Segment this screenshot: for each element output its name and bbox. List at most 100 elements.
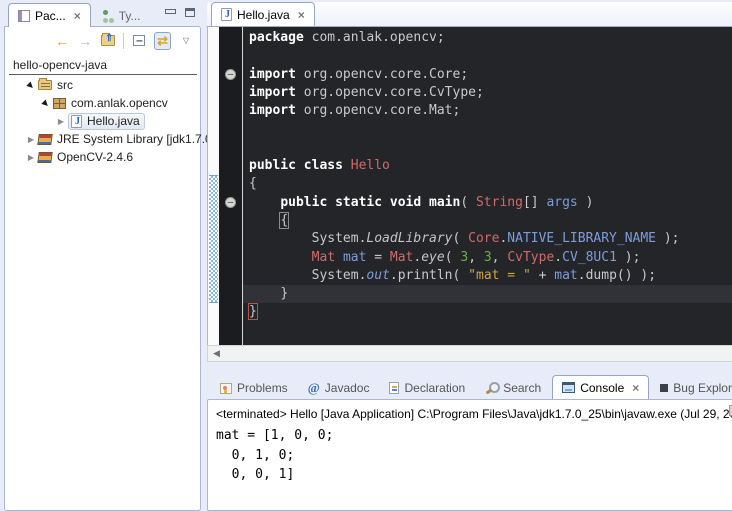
expanded-arrow-icon[interactable]: ▶ <box>23 77 39 93</box>
code-token: .println( <box>390 268 468 283</box>
code-token: CvType <box>507 250 554 265</box>
code-area[interactable]: package com.anlak.opencv; import org.ope… <box>243 27 732 345</box>
fold-collapse-icon[interactable]: – <box>225 69 236 80</box>
tab-pac-[interactable]: Pac... × <box>8 3 91 27</box>
tree-item-src[interactable]: ▶ src <box>5 76 200 94</box>
tab-console[interactable]: Console× <box>552 375 649 399</box>
go-up-button[interactable] <box>100 32 116 50</box>
eclipse-workbench: { "colors": { "workbench_bg": "#e7ecf8",… <box>0 0 732 511</box>
code-line[interactable] <box>249 47 732 65</box>
close-icon[interactable]: × <box>298 8 305 22</box>
tree-item-com-anlak-opencv[interactable]: ▶ com.anlak.opencv <box>5 94 200 112</box>
close-icon[interactable]: × <box>632 381 639 395</box>
code-token: } <box>280 286 288 301</box>
package-explorer-view: Pac...×Ty... ←→⇄▽ hello-opencv-java▶src▶… <box>4 2 201 511</box>
bottom-panel-tabbar: Problems@JavadocDeclaration Search Console… <box>207 374 732 399</box>
bottom-views-panel: Problems@JavadocDeclaration Search Console… <box>207 374 732 511</box>
tree-item-label: src <box>57 78 73 92</box>
code-line[interactable]: public class Hello <box>249 157 732 175</box>
code-token: Core <box>468 231 499 246</box>
tree-item-opencv-2-4-6[interactable]: ▶ OpenCV-2.4.6 <box>5 148 200 166</box>
code-line[interactable]: package com.anlak.opencv; <box>249 29 732 47</box>
code-token: .dump() ); <box>578 268 656 283</box>
code-token <box>249 195 280 210</box>
tree-selection: Hello.java <box>68 113 145 130</box>
code-line[interactable]: import org.opencv.core.Mat; <box>249 102 732 120</box>
code-token: } <box>249 304 257 319</box>
forward-button[interactable]: → <box>77 32 93 50</box>
code-token: Mat <box>312 250 335 265</box>
code-line[interactable] <box>249 139 732 157</box>
code-line[interactable]: import org.opencv.core.CvType; <box>249 84 732 102</box>
code-line[interactable]: Mat mat = Mat.eye( 3, 3, CvType.CV_8UC1 … <box>249 249 732 267</box>
tree-item-hello-java[interactable]: ▶ Hello.java <box>5 112 200 130</box>
code-token: LoadLibrary <box>366 231 452 246</box>
code-token: org.opencv.core.Core; <box>296 67 468 82</box>
tab-hello-java[interactable]: Hello.java × <box>211 2 315 26</box>
code-token: System. <box>249 231 366 246</box>
code-token: org.opencv.core.CvType; <box>296 85 484 100</box>
collapsed-arrow-icon[interactable]: ▶ <box>24 153 38 162</box>
tab-problems[interactable]: Problems <box>211 377 297 399</box>
code-line[interactable]: System.LoadLibrary( Core.NATIVE_LIBRARY_… <box>249 230 732 248</box>
tab-bug-explorer[interactable]: Bug Explorer <box>651 377 732 399</box>
tab-label: Search <box>503 381 541 395</box>
library-icon <box>37 134 53 145</box>
tree-item-jre-system-library-jdk1-7-0[interactable]: ▶JRE System Library [jdk1.7.0 <box>5 130 200 148</box>
fold-collapse-icon[interactable]: – <box>225 197 236 208</box>
editor-horizontal-scrollbar[interactable]: ◀ <box>207 345 732 362</box>
code-token: CV_8UC1 <box>562 250 617 265</box>
code-line[interactable]: public static void main( String[] args ) <box>249 194 732 212</box>
code-token: = <box>366 250 389 265</box>
close-icon[interactable]: × <box>74 9 81 23</box>
code-token: package <box>249 30 304 45</box>
tab-search[interactable]: Search <box>476 377 550 399</box>
code-line[interactable]: { <box>249 212 732 230</box>
code-token <box>335 250 343 265</box>
code-token: ( <box>460 195 476 210</box>
back-button[interactable]: ← <box>54 32 70 50</box>
editor-body[interactable]: – – package com.anlak.opencv; import org.… <box>207 27 732 345</box>
scroll-left-icon[interactable]: ◀ <box>208 348 220 359</box>
code-token: ); <box>656 231 679 246</box>
link-with-editor-button[interactable]: ⇄ <box>154 32 171 50</box>
library-icon <box>37 152 53 163</box>
code-token: args <box>546 195 577 210</box>
tab-label: Javadoc <box>325 381 370 395</box>
code-token: NATIVE_LIBRARY_NAME <box>507 231 656 246</box>
tree-item-label: com.anlak.opencv <box>71 96 168 110</box>
code-token: 3 <box>484 250 492 265</box>
view-menu-button[interactable]: ▽ <box>178 32 194 50</box>
console-view: <terminated> Hello [Java Application] C:… <box>207 399 732 511</box>
package-explorer-body: ←→⇄▽ hello-opencv-java▶src▶com.anlak.ope… <box>4 26 201 511</box>
tab-label: Bug Explorer <box>673 381 732 395</box>
maximize-icon[interactable] <box>185 8 195 17</box>
type-hierarchy-icon <box>102 10 114 23</box>
console-output[interactable]: mat = [1, 0, 0; 0, 1, 0; 0, 0, 1] <box>216 426 732 485</box>
code-line[interactable] <box>249 120 732 138</box>
code-token: ) <box>578 195 594 210</box>
tab-declaration[interactable]: Declaration <box>380 377 474 399</box>
code-line[interactable]: } <box>249 303 732 321</box>
code-line[interactable]: import org.opencv.core.Core; <box>249 66 732 84</box>
tree-item-hello-opencv-java[interactable]: hello-opencv-java <box>9 57 197 75</box>
tab-ty-[interactable]: Ty... <box>93 5 150 27</box>
code-token: "mat = " <box>468 268 531 283</box>
tab-javadoc[interactable]: @Javadoc <box>299 377 379 399</box>
collapsed-arrow-icon[interactable]: ▶ <box>24 135 38 144</box>
expanded-arrow-icon[interactable]: ▶ <box>38 95 54 111</box>
code-line[interactable]: { <box>249 175 732 193</box>
collapsed-arrow-icon[interactable]: ▶ <box>54 117 68 126</box>
tree-item-label: OpenCV-2.4.6 <box>57 150 133 164</box>
code-line[interactable]: System.out.println( "mat = " + mat.dump(… <box>249 267 732 285</box>
tree-item-label: Hello.java <box>87 114 140 128</box>
minimize-icon[interactable] <box>165 8 175 17</box>
tab-label: Hello.java <box>237 8 290 22</box>
console-output-line: mat = [1, 0, 0; <box>216 426 732 446</box>
collapse-all-button[interactable] <box>131 32 147 50</box>
tab-label: Pac... <box>35 9 66 23</box>
code-token: , <box>492 250 508 265</box>
code-line[interactable]: } <box>243 285 732 303</box>
code-token: ); <box>617 250 640 265</box>
view-menu-icon: ▽ <box>183 36 189 45</box>
